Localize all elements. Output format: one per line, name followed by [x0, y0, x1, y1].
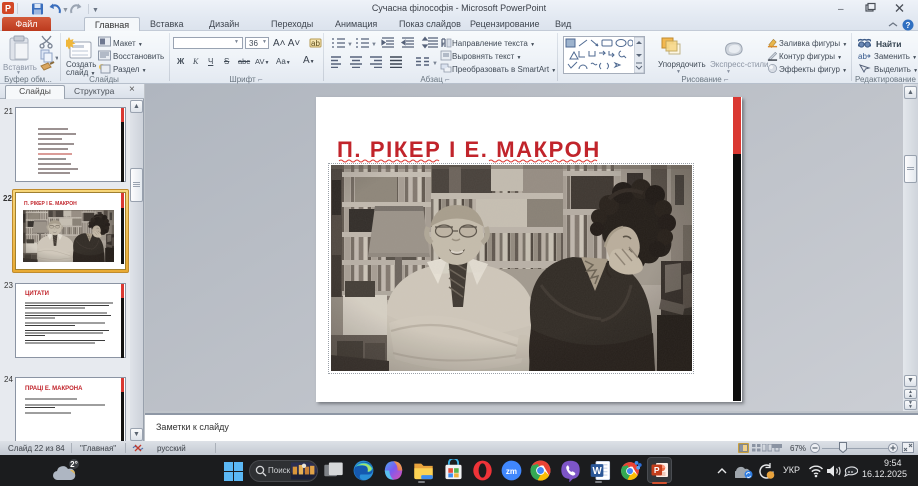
svg-text:▼: ▼: [62, 7, 69, 14]
svg-text:2°: 2°: [70, 460, 78, 469]
svg-text:P: P: [654, 465, 660, 475]
svg-text:ab: ab: [858, 52, 867, 61]
svg-text:W: W: [592, 466, 602, 477]
svg-text:ab: ab: [311, 39, 320, 48]
svg-text:▼: ▼: [54, 56, 58, 62]
svg-text:zm: zm: [506, 467, 517, 476]
svg-text:?: ?: [906, 21, 911, 30]
svg-text:P: P: [5, 4, 11, 14]
svg-text:▼: ▼: [371, 42, 377, 48]
svg-text:▼: ▼: [92, 7, 99, 14]
svg-text:▼: ▼: [432, 61, 438, 67]
svg-text:▼: ▼: [347, 42, 353, 48]
svg-text:–: –: [838, 4, 844, 15]
